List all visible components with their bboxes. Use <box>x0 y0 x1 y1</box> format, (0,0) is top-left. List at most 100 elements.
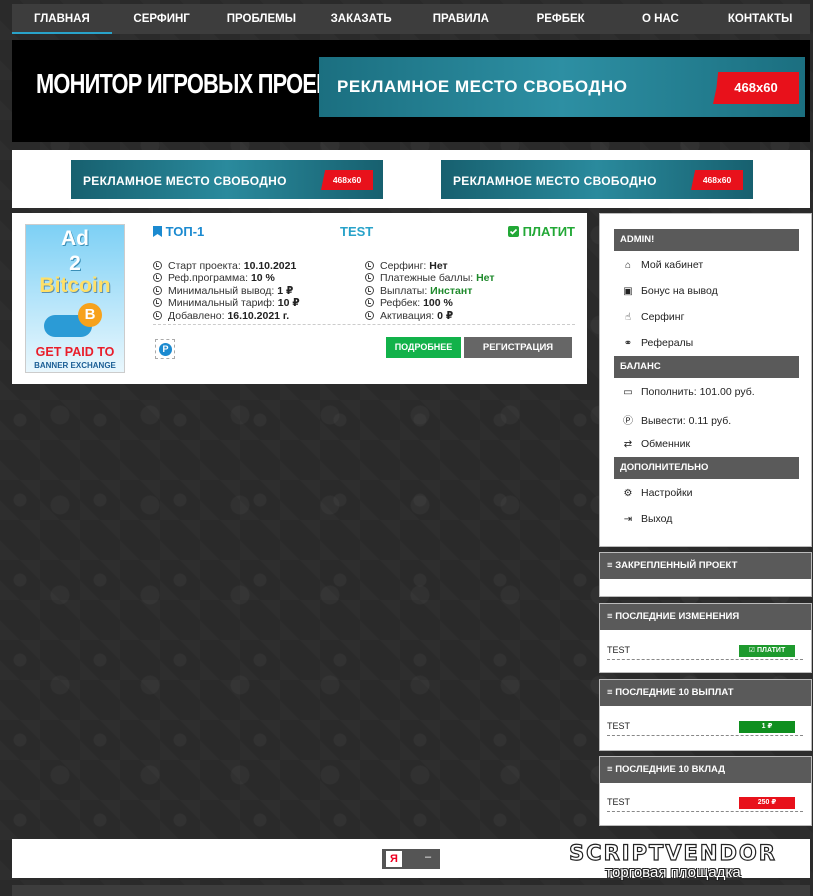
panel-title: ПОСЛЕДНИЕ 10 ВЫПЛАТ <box>615 687 734 698</box>
nav-item-home[interactable]: ГЛАВНАЯ <box>12 4 112 34</box>
nav-item-surfing[interactable]: СЕРФИНГ <box>112 4 212 34</box>
list-item[interactable]: TEST 1 ₽ <box>607 721 803 736</box>
nav-item-order[interactable]: ЗАКАЗАТЬ <box>311 4 411 34</box>
menu-referrals[interactable]: ⚭ Рефералы <box>621 337 693 349</box>
info-value: Инстант <box>430 284 473 297</box>
info-value: 10 ₽ <box>277 297 300 310</box>
status-badge-text: ПЛАТИТ <box>757 647 786 654</box>
bookmark-icon <box>153 226 162 237</box>
panel-title: ПОСЛЕДНИЕ 10 ВКЛАД <box>615 764 725 775</box>
info-value: 16.10.2021 г. <box>227 309 290 322</box>
clock-icon <box>365 298 374 308</box>
clock-icon <box>153 298 162 308</box>
payment-method-badge: P <box>155 339 175 359</box>
recent-payouts-panel: ≡ ПОСЛЕДНИЕ 10 ВЫПЛАТ TEST 1 ₽ <box>599 679 812 751</box>
banner-line-2: 2 <box>69 252 81 275</box>
panel-title: ПОСЛЕДНИЕ ИЗМЕНЕНИЯ <box>615 611 740 622</box>
info-row: Старт проекта: 10.10.2021 <box>153 260 300 272</box>
ad-banner-left[interactable]: РЕКЛАМНОЕ МЕСТО СВОБОДНО 468x60 <box>71 160 383 199</box>
list-icon: ≡ <box>607 560 616 571</box>
menu-deposit[interactable]: ▭ Пополнить: 101.00 руб. <box>621 386 755 398</box>
register-button[interactable]: РЕГИСТРАЦИЯ <box>464 337 572 358</box>
extra-header: ДОПОЛНИТЕЛЬНО <box>614 457 799 479</box>
info-label: Минимальный тариф: <box>168 297 275 310</box>
info-value: Нет <box>476 272 495 285</box>
payeer-icon: Ⓟ <box>623 416 633 427</box>
panel-title: ЗАКРЕПЛЕННЫЙ ПРОЕКТ <box>615 560 738 571</box>
clock-icon <box>365 285 374 295</box>
menu-logout[interactable]: ⇥ Выход <box>621 513 673 525</box>
vendor-title: SCRIPTVENDOR <box>568 840 777 865</box>
visit-counter[interactable]: Я – <box>382 849 440 869</box>
nav-item-rules[interactable]: ПРАВИЛА <box>411 4 511 34</box>
nav-item-about[interactable]: О НАС <box>611 4 711 34</box>
menu-withdraw[interactable]: Ⓟ Вывести: 0.11 руб. <box>621 412 731 427</box>
clock-icon <box>153 261 162 270</box>
ad-banner-text: РЕКЛАМНОЕ МЕСТО СВОБОДНО <box>337 77 628 96</box>
menu-label: Рефералы <box>641 337 694 349</box>
menu-exchange[interactable]: ⇄ Обменник <box>621 438 690 450</box>
ad-banner-size-tag: 468x60 <box>321 170 373 190</box>
project-name[interactable]: TEST <box>340 224 373 239</box>
menu-settings[interactable]: ⚙ Настройки <box>621 487 693 499</box>
retweet-icon: ⇄ <box>623 439 633 450</box>
menu-bonus[interactable]: ▣ Бонус на вывод <box>621 285 717 297</box>
menu-my-cabinet[interactable]: ⌂ Мой кабинет <box>621 259 703 271</box>
panel-header: ≡ ЗАКРЕПЛЕННЫЙ ПРОЕКТ <box>600 553 811 579</box>
nav-item-contacts[interactable]: КОНТАКТЫ <box>710 4 810 34</box>
nav-item-problems[interactable]: ПРОБЛЕМЫ <box>212 4 312 34</box>
menu-label: Пополнить: 101.00 руб. <box>641 386 755 398</box>
list-item-name: TEST <box>607 797 631 807</box>
ad-banner-size-tag: 468x60 <box>691 170 743 190</box>
payeer-icon: P <box>159 343 172 356</box>
info-label: Реф.программа: <box>168 272 249 285</box>
menu-surfing[interactable]: ☝ Серфинг <box>621 311 684 323</box>
project-status-text: ПЛАТИТ <box>522 224 575 239</box>
home-icon: ⌂ <box>624 260 632 271</box>
info-label: Серфинг: <box>380 260 427 272</box>
info-value: 1 ₽ <box>277 284 294 297</box>
pointer-hand-icon: ☝ <box>624 312 632 323</box>
info-label: Старт проекта: <box>168 260 241 272</box>
scriptvendor-logo[interactable]: SCRIPTVENDOR торговая площадка <box>538 840 808 881</box>
info-row: Выплаты: Инстант <box>365 285 495 297</box>
clock-icon <box>153 273 162 283</box>
user-panel: ADMIN! ⌂ Мой кабинет ▣ Бонус на вывод ☝ Сер… <box>599 213 812 547</box>
details-button[interactable]: ПОДРОБНЕЕ <box>386 337 461 358</box>
list-icon: ≡ <box>607 764 616 775</box>
info-value: 100 % <box>423 297 453 310</box>
list-item[interactable]: TEST ☑ ПЛАТИТ <box>607 645 803 660</box>
menu-label: Мой кабинет <box>641 259 704 271</box>
banner-line-ad: Ad <box>61 227 89 250</box>
info-row: Минимальный тариф: 10 ₽ <box>153 297 300 309</box>
sign-out-icon: ⇥ <box>623 514 633 525</box>
list-item[interactable]: TEST 250 ₽ <box>607 797 803 812</box>
gift-icon: ▣ <box>623 286 633 297</box>
list-item-name: TEST <box>607 645 631 655</box>
gear-icon: ⚙ <box>623 488 633 499</box>
ad-bar: РЕКЛАМНОЕ МЕСТО СВОБОДНО 468x60 РЕКЛАМНО… <box>12 150 810 208</box>
menu-label: Обменник <box>641 438 691 450</box>
menu-label: Настройки <box>641 487 693 499</box>
clock-icon <box>153 285 162 295</box>
site-header: МОНИТОР ИГРОВЫХ ПРОЕКТОВ РЕКЛАМНОЕ МЕСТО… <box>12 40 810 142</box>
info-row: Реф.программа: 10 % <box>153 272 300 284</box>
info-label: Минимальный вывод: <box>168 284 275 297</box>
panel-header: ≡ ПОСЛЕДНИЕ 10 ВКЛАД <box>600 757 811 783</box>
info-value: 10.10.2021 <box>243 260 297 272</box>
ad-banner-text: РЕКЛАМНОЕ МЕСТО СВОБОДНО <box>453 174 657 188</box>
info-row: Серфинг: Нет <box>365 260 495 272</box>
recent-deposits-panel: ≡ ПОСЛЕДНИЕ 10 ВКЛАД TEST 250 ₽ <box>599 756 812 826</box>
info-value: 10 % <box>250 272 275 285</box>
list-icon: ≡ <box>607 611 616 622</box>
ad-banner-right[interactable]: РЕКЛАМНОЕ МЕСТО СВОБОДНО 468x60 <box>441 160 753 199</box>
banner-line-bitcoin: Bitcoin <box>39 274 111 297</box>
ad-banner-header[interactable]: РЕКЛАМНОЕ МЕСТО СВОБОДНО 468x60 <box>319 57 805 117</box>
project-card: Ad 2 Bitcoin B GET PAID TO BANNER EXCHAN… <box>12 213 587 384</box>
info-value: 0 ₽ <box>437 309 454 322</box>
nav-item-refback[interactable]: РЕФБЕК <box>511 4 611 34</box>
project-info-right: Серфинг: Нет Платежные баллы: Нет Выплат… <box>365 260 495 322</box>
project-banner[interactable]: Ad 2 Bitcoin B GET PAID TO BANNER EXCHAN… <box>25 224 125 373</box>
info-row: Рефбек: 100 % <box>365 297 495 309</box>
bottom-strip <box>12 885 810 896</box>
